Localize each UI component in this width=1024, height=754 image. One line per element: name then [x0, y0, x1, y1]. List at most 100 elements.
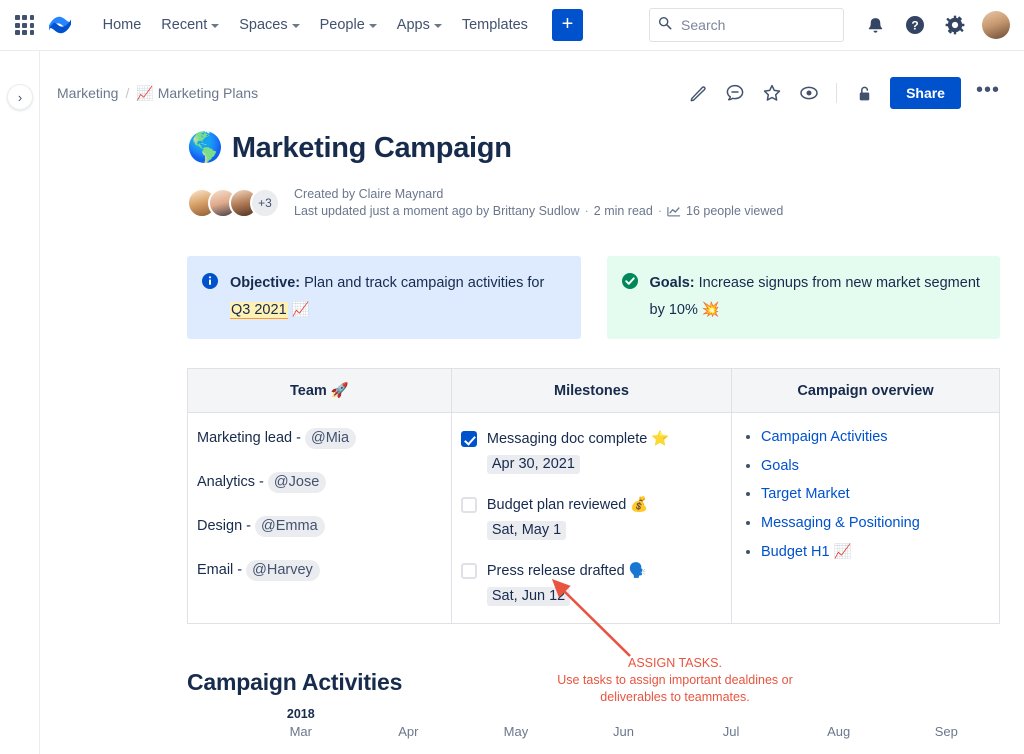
- chevron-down-icon: [211, 24, 219, 28]
- info-circle-icon: [202, 273, 218, 324]
- chart-emoji-icon: 📈: [136, 85, 153, 101]
- task-item: Budget plan reviewed 💰 Sat, May 1: [461, 493, 723, 543]
- search-box[interactable]: [649, 8, 844, 42]
- comment-icon[interactable]: [724, 82, 746, 104]
- analytics-chart-icon: [667, 205, 681, 218]
- user-mention[interactable]: @Harvey: [246, 560, 320, 581]
- overview-link[interactable]: Goals: [761, 458, 799, 474]
- confluence-logo-icon[interactable]: [45, 11, 74, 39]
- page-byline: +3 Created by Claire Maynard Last update…: [187, 186, 1000, 220]
- breadcrumb: Marketing / 📈 Marketing Plans: [57, 85, 258, 102]
- task-date[interactable]: Sat, Jun 12: [487, 587, 570, 606]
- restrictions-unlock-icon[interactable]: [853, 82, 875, 104]
- collapsed-sidebar: ›: [0, 51, 40, 754]
- timeline-month-label: Apr: [398, 724, 418, 739]
- overview-link[interactable]: Budget H1 📈: [761, 544, 852, 560]
- search-input[interactable]: [679, 16, 835, 34]
- team-role-label: Email -: [197, 562, 246, 578]
- timeline-month-label: Sep: [935, 724, 958, 739]
- timeline-month-label: Mar: [290, 724, 312, 739]
- notification-bell-icon[interactable]: [862, 12, 888, 38]
- timeline-month: May: [462, 724, 570, 754]
- timeline-month: Apr: [355, 724, 463, 754]
- timeline-month-label: May: [504, 724, 529, 739]
- nav-item-apps[interactable]: Apps: [387, 11, 452, 39]
- objective-body: Plan and track campaign activities for: [300, 275, 544, 291]
- task-checkbox[interactable]: [461, 431, 477, 447]
- objective-label: Objective:: [230, 275, 300, 291]
- task-checkbox[interactable]: [461, 497, 477, 513]
- star-icon[interactable]: [761, 82, 783, 104]
- page-main: 🌎 Marketing Campaign +3 Created by Clair…: [40, 131, 1024, 754]
- task-text: Press release drafted 🗣️ Sat, Jun 12: [487, 559, 723, 609]
- objective-highlight: Q3 2021: [230, 302, 288, 318]
- read-time: 2 min read: [594, 203, 653, 220]
- breadcrumb-parent-label: Marketing Plans: [158, 85, 258, 101]
- watch-eye-icon[interactable]: [798, 82, 820, 104]
- byline-text: Created by Claire Maynard Last updated j…: [294, 186, 783, 220]
- breadcrumb-parent-page[interactable]: 📈 Marketing Plans: [136, 85, 258, 102]
- section-title-campaign-activities: Campaign Activities: [187, 669, 1000, 696]
- star-emoji-icon: ⭐: [651, 431, 669, 447]
- task-date[interactable]: Apr 30, 2021: [487, 455, 580, 474]
- chevron-down-icon: [369, 24, 377, 28]
- task-label: Messaging doc complete: [487, 431, 651, 447]
- table-row: Marketing lead - @Mia Analytics - @Jose …: [188, 413, 1000, 624]
- app-switcher-icon[interactable]: [12, 12, 37, 38]
- timeline-month-axis: 2018 Mar Apr May Jun Jul Aug Sep: [187, 724, 1000, 754]
- goals-text: Goals: Increase signups from new market …: [650, 270, 985, 324]
- nav-links: Home Recent Spaces People Apps Templates: [93, 11, 538, 39]
- task-label: Press release drafted: [487, 563, 629, 579]
- avatar-overflow-count[interactable]: +3: [250, 188, 280, 218]
- timeline-month: Jun: [570, 724, 678, 754]
- campaign-timeline-chart: 2018 Mar Apr May Jun Jul Aug Sep Plannin…: [187, 724, 1000, 754]
- settings-gear-icon[interactable]: [942, 12, 968, 38]
- contributor-avatars[interactable]: +3: [187, 188, 280, 218]
- edit-pencil-icon[interactable]: [687, 82, 709, 104]
- nav-item-people[interactable]: People: [310, 11, 387, 39]
- team-entry: Analytics - @Jose: [197, 471, 443, 493]
- nav-item-label: Apps: [397, 17, 430, 33]
- overview-link[interactable]: Target Market: [761, 486, 850, 502]
- search-icon: [658, 16, 672, 35]
- timeline-month-label: Jun: [613, 724, 634, 739]
- task-checkbox[interactable]: [461, 563, 477, 579]
- globe-emoji-icon: 🌎: [187, 131, 223, 165]
- campaign-table: Team 🚀 Milestones Campaign overview Mark…: [187, 368, 1000, 624]
- nav-item-recent[interactable]: Recent: [151, 11, 229, 39]
- team-cell: Marketing lead - @Mia Analytics - @Jose …: [188, 413, 452, 624]
- nav-item-label: Templates: [462, 17, 528, 33]
- overview-link[interactable]: Messaging & Positioning: [761, 515, 920, 531]
- page-title: 🌎 Marketing Campaign: [187, 131, 1000, 165]
- task-label: Budget plan reviewed: [487, 497, 631, 513]
- nav-item-spaces[interactable]: Spaces: [229, 11, 309, 39]
- user-mention[interactable]: @Emma: [255, 516, 325, 537]
- profile-avatar[interactable]: [982, 11, 1010, 39]
- create-button[interactable]: +: [552, 9, 583, 41]
- nav-item-templates[interactable]: Templates: [452, 11, 538, 39]
- breadcrumb-separator: /: [125, 85, 129, 101]
- expand-sidebar-button[interactable]: ›: [7, 84, 33, 110]
- nav-item-home[interactable]: Home: [93, 11, 152, 39]
- table-header-overview: Campaign overview: [732, 369, 1000, 413]
- help-icon[interactable]: ?: [902, 12, 928, 38]
- byline-separator: ·: [658, 203, 662, 220]
- created-by-line: Created by Claire Maynard: [294, 186, 783, 203]
- share-button[interactable]: Share: [890, 77, 961, 109]
- team-role-label: Design -: [197, 518, 255, 534]
- user-mention[interactable]: @Jose: [268, 472, 326, 493]
- nav-item-label: Home: [103, 17, 142, 33]
- breadcrumb-space[interactable]: Marketing: [57, 85, 118, 101]
- objective-text: Objective: Plan and track campaign activ…: [230, 270, 565, 324]
- more-actions-button[interactable]: •••: [976, 85, 1000, 101]
- timeline-month: Sep: [892, 724, 1000, 754]
- svg-text:?: ?: [911, 19, 918, 33]
- task-date[interactable]: Sat, May 1: [487, 521, 566, 540]
- page-content: Marketing / 📈 Marketing Plans: [40, 51, 1024, 754]
- goals-success-panel: Goals: Increase signups from new market …: [607, 256, 1001, 339]
- overview-link[interactable]: Campaign Activities: [761, 429, 888, 445]
- task-item: Press release drafted 🗣️ Sat, Jun 12: [461, 559, 723, 609]
- user-mention[interactable]: @Mia: [305, 428, 356, 449]
- timeline-month: Aug: [785, 724, 893, 754]
- goals-body: Increase signups from new market segment…: [650, 275, 980, 318]
